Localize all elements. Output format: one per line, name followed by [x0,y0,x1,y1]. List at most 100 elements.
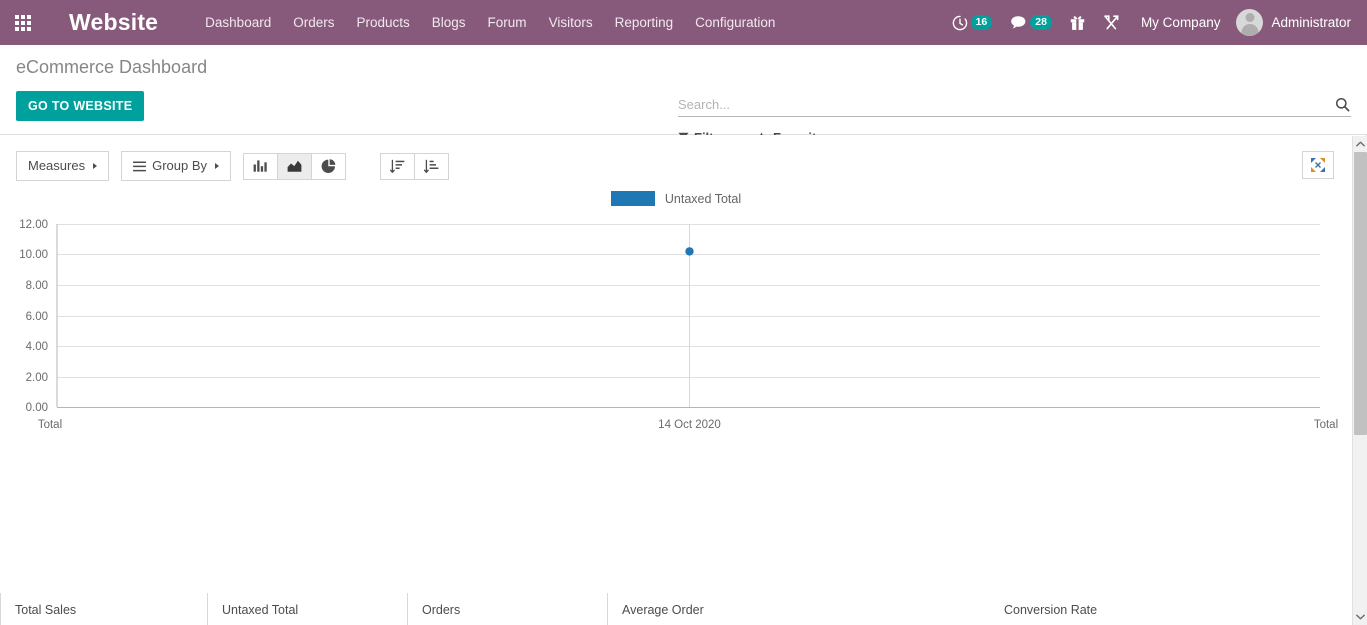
sort-ascending-button[interactable] [380,153,415,180]
kpi-value: ₹ 10.72 [622,621,982,625]
kpi-untaxed-total: Untaxed Total ₹ 10.20 [207,593,407,625]
scrollbar-down-button[interactable] [1353,609,1367,625]
pie-chart-icon [321,159,336,174]
chevron-down-icon [1356,614,1365,620]
x-tick-total-right: Total [1314,419,1338,431]
menu-item-blogs[interactable]: Blogs [421,0,477,45]
control-panel-left: eCommerce Dashboard GO TO WEBSITE [16,55,207,121]
kpi-value: ₹ 10.20 [222,621,407,625]
search-bar[interactable] [678,97,1351,117]
menu-item-forum[interactable]: Forum [477,0,538,45]
measures-dropdown-button[interactable]: Measures [16,151,109,181]
caret-right-icon [215,163,219,169]
navbar-right-tools: 16 28 My Company [943,0,1357,45]
kpi-value: 1 [422,621,607,625]
y-tick-4: 4.00 [26,341,48,353]
kpi-value: ₹ 10.72 [15,621,207,625]
menu-item-configuration[interactable]: Configuration [684,0,786,45]
pie-chart-button[interactable] [311,153,346,180]
messages-button[interactable]: 28 [1001,0,1061,45]
activities-count-badge: 16 [971,15,993,30]
chart-legend: Untaxed Total [0,191,1352,206]
graph-view: Measures Group By [0,135,1367,625]
developer-tools-button[interactable] [1094,0,1129,45]
scrollbar-thumb[interactable] [1354,152,1367,435]
search-submit-button[interactable] [1334,97,1351,112]
y-tick-10: 10.00 [19,249,48,261]
clock-icon [952,15,968,31]
group-by-dropdown-button[interactable]: Group By [121,151,231,181]
group-by-label: Group By [152,158,207,174]
search-input[interactable] [678,97,1334,112]
gift-icon [1070,15,1085,31]
scrollbar-up-button[interactable] [1353,136,1367,152]
apps-menu-button[interactable] [0,0,46,45]
kpi-label: Orders [422,601,607,619]
legend-label-untaxed-total[interactable]: Untaxed Total [665,192,741,206]
go-to-website-button[interactable]: GO TO WEBSITE [16,91,144,121]
legend-swatch-untaxed-total[interactable] [611,191,655,206]
graph-toolbar: Measures Group By [16,151,461,181]
chevron-up-icon [1356,141,1365,147]
gift-button[interactable] [1061,0,1094,45]
comment-icon [1010,15,1027,30]
apps-grid-icon [15,15,31,31]
sort-descending-button[interactable] [414,153,449,180]
bar-chart-button[interactable] [243,153,278,180]
chart-container: Untaxed Total 12.00 10.00 8.00 6. [0,191,1352,591]
y-tick-2: 2.00 [26,372,48,384]
line-chart-svg: 12.00 10.00 8.00 6.00 4.00 2.00 0.00 Tot… [0,213,1352,443]
menu-item-orders[interactable]: Orders [282,0,345,45]
vertical-scrollbar[interactable] [1352,136,1367,625]
y-tick-8: 8.00 [26,280,48,292]
x-tick-total-left: Total [38,419,62,431]
activities-button[interactable]: 16 [943,0,1002,45]
user-name-label: Administrator [1271,15,1351,30]
kpi-label: Total Sales [15,601,207,619]
measures-label: Measures [28,158,85,174]
conversion-rate-title: Conversion Rate [1004,601,1352,619]
search-icon [1335,97,1350,112]
control-panel: eCommerce Dashboard GO TO WEBSITE Filter… [0,45,1367,135]
menu-item-products[interactable]: Products [345,0,420,45]
user-menu[interactable]: Administrator [1232,9,1357,36]
graph-view-inner: Measures Group By [0,135,1352,625]
chart-x-tick-labels: Total 14 Oct 2020 Total [38,419,1338,431]
expand-arrows-icon [1310,157,1326,173]
kpi-orders: Orders 1 [407,593,607,625]
list-icon [133,161,146,172]
group-by-group: Group By [121,151,231,181]
wrench-icon [1103,14,1120,31]
page-title: eCommerce Dashboard [16,55,207,79]
kpi-average-order: Average Order ₹ 10.72 [607,593,982,625]
y-tick-0: 0.00 [26,402,48,414]
expand-fullscreen-button[interactable] [1302,151,1334,179]
conversion-rate-panel: Conversion Rate false [1004,601,1352,625]
sort-amount-asc-icon [390,159,405,174]
chart-data-point[interactable] [685,247,693,255]
app-brand-website[interactable]: Website [69,9,158,36]
y-tick-12: 12.00 [19,219,48,231]
messages-count-badge: 28 [1030,15,1052,30]
chart-type-group [243,153,346,180]
sort-group [380,153,449,180]
bar-chart-icon [253,159,268,173]
menu-item-visitors[interactable]: Visitors [538,0,604,45]
scrollbar-track[interactable] [1353,152,1367,609]
y-tick-6: 6.00 [26,311,48,323]
sort-amount-desc-icon [424,159,439,174]
caret-right-icon [93,163,97,169]
kpi-label: Average Order [622,601,982,619]
menu-item-dashboard[interactable]: Dashboard [194,0,282,45]
line-chart-icon [287,159,302,173]
menu-item-reporting[interactable]: Reporting [604,0,685,45]
measures-group: Measures [16,151,109,181]
line-chart-button[interactable] [277,153,312,180]
avatar-icon [1236,9,1263,36]
kpi-total-sales: Total Sales ₹ 10.72 [0,593,207,625]
chart-y-tick-labels: 12.00 10.00 8.00 6.00 4.00 2.00 0.00 [19,219,48,414]
company-switcher[interactable]: My Company [1129,15,1233,30]
top-navbar: Website Dashboard Orders Products Blogs … [0,0,1367,45]
x-tick-date: 14 Oct 2020 [658,419,721,431]
kpi-label: Untaxed Total [222,601,407,619]
